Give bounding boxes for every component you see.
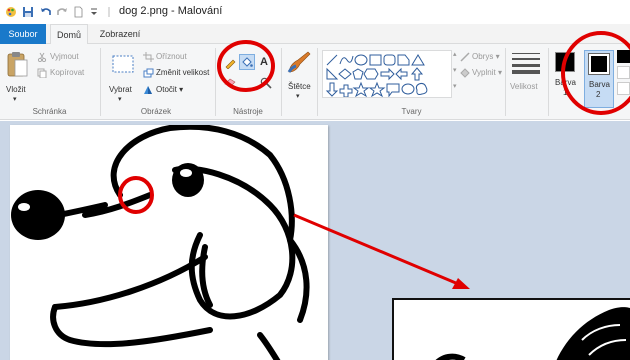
palette-color-empty[interactable]	[617, 82, 630, 95]
title-bar: dog 2.png - Malování	[0, 0, 630, 24]
outline-button[interactable]: Obrys ▾	[472, 52, 500, 61]
ribbon-tabs: Soubor Domů Zobrazení	[0, 24, 630, 45]
fill-button[interactable]: Vyplnit ▾	[472, 68, 502, 77]
color1-label: Barva	[555, 78, 576, 87]
quick-access-dropdown-icon[interactable]	[88, 6, 100, 18]
outline-icon[interactable]	[460, 52, 470, 62]
ribbon: Vložit ▾ Vyjmout Kopírovat Schránka Vybr…	[0, 44, 630, 120]
rotate-label: Otočit	[156, 85, 177, 94]
palette-color-black[interactable]	[617, 50, 630, 63]
window-title: dog 2.png - Malování	[119, 5, 222, 17]
redo-icon[interactable]	[56, 6, 68, 18]
crop-icon[interactable]	[143, 52, 154, 62]
zoomed-dog-detail	[435, 307, 630, 360]
save-icon[interactable]	[22, 6, 34, 18]
fill-label: Vyplnit	[472, 68, 496, 77]
paint-app-icon[interactable]	[5, 6, 17, 18]
shapes-scroll-up-icon[interactable]: ▴	[453, 50, 457, 58]
cut-icon[interactable]	[37, 52, 47, 62]
color1-button[interactable]: Barva 1	[552, 50, 580, 102]
cut-button[interactable]: Vyjmout	[50, 52, 79, 61]
clipboard-group-label: Schránka	[32, 107, 67, 116]
shapes-scroll-down-icon[interactable]: ▾	[453, 66, 457, 74]
tools-group-label: Nástroje	[233, 107, 263, 116]
brushes-icon[interactable]	[286, 50, 312, 76]
select-icon[interactable]	[111, 52, 135, 76]
paste-button[interactable]: Vložit	[6, 85, 26, 94]
new-file-icon[interactable]	[72, 6, 84, 18]
fill-icon[interactable]	[460, 68, 470, 78]
color1-swatch	[555, 52, 575, 72]
copy-button[interactable]: Kopírovat	[50, 68, 84, 77]
paste-icon[interactable]	[6, 50, 28, 80]
resize-button[interactable]: Změnit velikost	[156, 68, 209, 77]
shapes-more-icon[interactable]: ▾	[453, 82, 457, 90]
rotate-icon[interactable]	[143, 85, 154, 95]
group-divider	[215, 48, 216, 116]
shapes-group-label: Tvary	[401, 107, 422, 116]
outline-label: Obrys	[472, 52, 494, 61]
palette-color-white[interactable]	[617, 66, 630, 79]
size-button[interactable]: Velikost	[510, 82, 538, 91]
resize-icon[interactable]	[143, 68, 154, 78]
drawing-canvas[interactable]	[10, 125, 328, 360]
shapes-gallery[interactable]	[322, 50, 452, 98]
brushes-button[interactable]: Štětce	[288, 82, 311, 91]
select-button[interactable]: Vybrat	[109, 85, 132, 94]
eraser-icon[interactable]	[224, 77, 236, 87]
title-separator: -	[167, 5, 178, 17]
undo-icon[interactable]	[40, 6, 52, 18]
color1-number: 1	[563, 88, 568, 97]
title-divider	[108, 7, 110, 17]
tab-home[interactable]: Domů	[50, 24, 88, 45]
fill-tool-button[interactable]	[239, 54, 255, 70]
color2-swatch	[588, 53, 610, 75]
fill-bucket-icon	[242, 57, 253, 67]
file-name: dog 2.png	[119, 5, 168, 17]
group-divider	[100, 48, 101, 116]
tab-file[interactable]: Soubor	[0, 24, 46, 44]
image-group-label: Obrázek	[140, 107, 172, 116]
group-divider	[505, 48, 506, 116]
dog-drawing	[11, 125, 310, 360]
rotate-button[interactable]: Otočit ▾	[156, 85, 183, 94]
size-icon[interactable]	[512, 52, 540, 74]
text-tool-button[interactable]: A	[260, 56, 268, 68]
brushes-dropdown-icon[interactable]: ▾	[296, 92, 300, 100]
paste-dropdown-icon[interactable]: ▾	[13, 95, 17, 103]
group-divider	[548, 48, 549, 116]
crop-button[interactable]: Oříznout	[156, 52, 187, 61]
magnifier-icon[interactable]	[260, 77, 272, 89]
select-dropdown-icon[interactable]: ▾	[118, 95, 122, 103]
tab-view[interactable]: Zobrazení	[92, 24, 148, 44]
color2-label: Barva	[589, 80, 610, 89]
group-divider	[281, 48, 282, 116]
pencil-icon[interactable]	[224, 57, 236, 69]
canvas-area	[0, 121, 630, 360]
color2-button[interactable]: Barva 2	[584, 50, 614, 108]
app-name: Malování	[177, 5, 223, 17]
color2-number: 2	[596, 90, 601, 99]
zoomed-detail-image	[392, 298, 630, 360]
copy-icon[interactable]	[37, 68, 47, 78]
group-divider	[317, 48, 318, 116]
shapes-gallery-icons	[325, 54, 428, 97]
